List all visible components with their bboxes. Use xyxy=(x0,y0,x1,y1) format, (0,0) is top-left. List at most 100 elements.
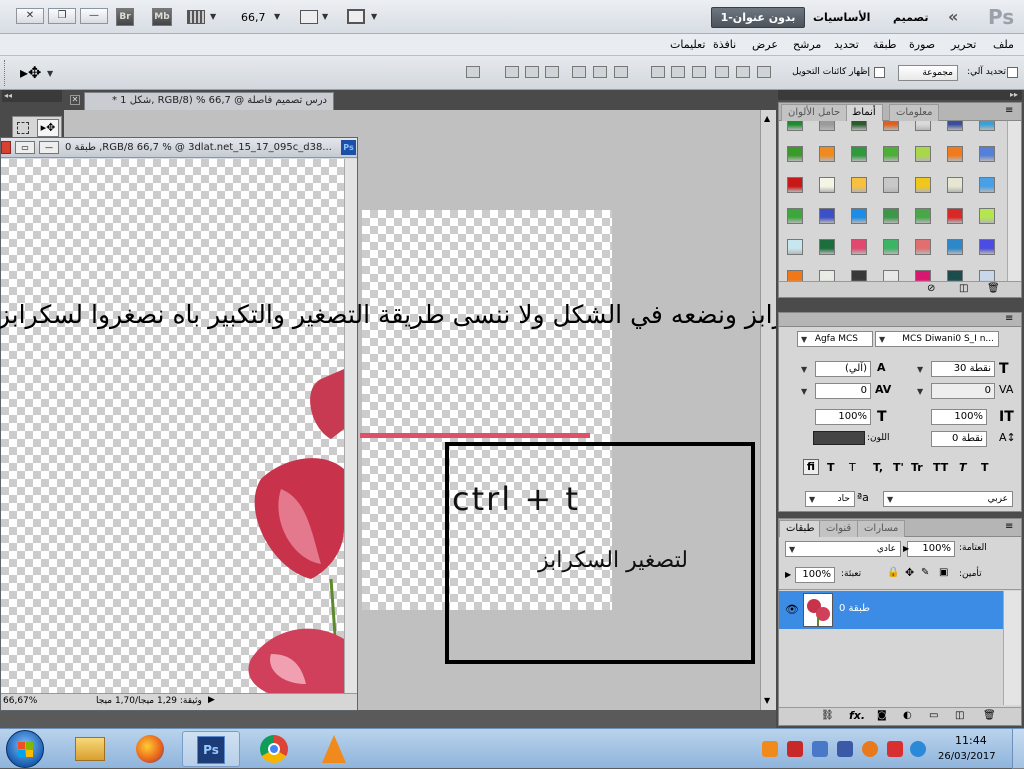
close-tab-icon[interactable]: ✕ xyxy=(70,95,80,105)
style-swatch[interactable] xyxy=(979,146,995,162)
style-swatch[interactable] xyxy=(851,177,867,193)
chevron-right-icon[interactable]: ▶ xyxy=(903,544,909,553)
font-size-field[interactable]: 30 نقطة xyxy=(931,361,995,377)
style-swatch[interactable] xyxy=(819,239,835,255)
move-tool-button[interactable]: ▸✥ xyxy=(37,119,59,137)
tab-styles[interactable]: أنماط xyxy=(845,104,883,121)
chevron-down-icon[interactable]: ▼ xyxy=(47,69,53,78)
vertical-scrollbar[interactable] xyxy=(760,110,776,710)
faux-bold-button-2[interactable]: T xyxy=(981,461,989,474)
fill-field[interactable]: 100% xyxy=(795,567,835,583)
menu-layer[interactable]: طبقة xyxy=(873,38,897,51)
taskbar-photoshop[interactable]: Ps xyxy=(182,731,240,767)
underline-button[interactable]: T xyxy=(849,461,856,474)
taskbar-explorer[interactable] xyxy=(62,731,120,767)
ligature-button[interactable]: fi xyxy=(803,459,819,475)
chevron-down-icon[interactable]: ▼ xyxy=(789,545,795,554)
style-swatch[interactable] xyxy=(787,146,803,162)
tab-info[interactable]: معلومات xyxy=(889,104,940,121)
add-mask-icon[interactable]: ◙ xyxy=(877,710,887,721)
update-tray-icon[interactable] xyxy=(862,741,878,757)
minibridge-icon[interactable]: Mb xyxy=(152,8,172,26)
chevron-down-icon[interactable]: ▼ xyxy=(917,387,923,396)
style-swatch[interactable] xyxy=(819,146,835,162)
distribute-vcenter-icon[interactable] xyxy=(572,66,586,78)
network-tray-icon[interactable] xyxy=(787,741,803,757)
style-swatch[interactable] xyxy=(947,177,963,193)
shield-icon[interactable] xyxy=(812,741,828,757)
bridge-icon[interactable]: Br xyxy=(116,8,134,26)
style-swatch[interactable] xyxy=(819,208,835,224)
document-tab[interactable]: درس تصميم فاصلة @ 66,7 % (RGB/8 ,شكل 1 * xyxy=(84,92,334,110)
chevron-down-icon[interactable]: ▼ xyxy=(322,12,328,21)
style-swatch[interactable] xyxy=(979,121,995,131)
style-swatch[interactable] xyxy=(787,270,803,281)
layers-scrollbar[interactable] xyxy=(1003,591,1021,705)
menu-view[interactable]: عرض xyxy=(752,38,778,51)
style-swatch[interactable] xyxy=(883,177,899,193)
style-swatch[interactable] xyxy=(947,270,963,281)
style-swatch[interactable] xyxy=(819,177,835,193)
style-swatch[interactable] xyxy=(851,270,867,281)
tab-swatches[interactable]: حامل الألوان xyxy=(781,104,848,121)
panel-menu-icon[interactable]: ≡ xyxy=(1005,521,1013,532)
align-right-icon[interactable] xyxy=(651,66,665,78)
new-layer-icon[interactable]: ◫ xyxy=(955,710,964,721)
floating-window-titlebar[interactable]: ▭ — طبقة 0 ,RGB/8 66,7 % @ 3dlat.net_15_… xyxy=(1,138,357,158)
style-swatch[interactable] xyxy=(979,270,995,281)
style-swatch[interactable] xyxy=(915,146,931,162)
tracking-field[interactable]: 0 xyxy=(931,383,995,399)
style-swatch[interactable] xyxy=(883,208,899,224)
style-swatch[interactable] xyxy=(851,121,867,131)
style-swatch[interactable] xyxy=(819,121,835,131)
move-tool-icon[interactable]: ▸✥ xyxy=(20,63,41,82)
flash-tray-icon[interactable] xyxy=(887,741,903,757)
taskbar-chrome[interactable] xyxy=(246,731,304,767)
lock-pixels-icon[interactable]: ✎ xyxy=(921,567,929,578)
distribute-top-icon[interactable] xyxy=(593,66,607,78)
menu-help[interactable]: تعليمات xyxy=(670,38,705,51)
style-swatch[interactable] xyxy=(979,208,995,224)
distribute-bottom-icon[interactable] xyxy=(545,66,559,78)
link-layers-icon[interactable]: ⛓ xyxy=(821,710,834,721)
style-swatch[interactable] xyxy=(915,121,931,131)
trash-icon[interactable]: 🗑 xyxy=(987,283,1000,294)
lock-position-icon[interactable]: ✥ xyxy=(905,566,914,579)
font-family-dropdown[interactable]: MCS Diwani0 S_I n... xyxy=(875,331,999,347)
chevron-down-icon[interactable]: ▼ xyxy=(801,335,807,344)
align-bottom-icon[interactable] xyxy=(715,66,729,78)
language-dropdown[interactable]: عربي xyxy=(883,491,1013,507)
style-swatch[interactable] xyxy=(851,239,867,255)
baseline-field[interactable]: 0 نقطة xyxy=(931,431,987,447)
taskbar-vlc[interactable] xyxy=(306,731,364,767)
taskbar-firefox[interactable] xyxy=(122,731,180,767)
arrange-documents-icon[interactable] xyxy=(300,10,318,24)
subscript-button[interactable]: T, xyxy=(873,461,883,474)
style-swatch[interactable] xyxy=(979,177,995,193)
chevron-down-icon[interactable]: ▼ xyxy=(210,12,216,21)
distribute-right-icon[interactable] xyxy=(466,66,480,78)
view-extras-icon[interactable] xyxy=(187,10,205,24)
collapse-icon[interactable]: ◂◂ xyxy=(2,90,62,102)
distribute-left-icon[interactable] xyxy=(525,66,539,78)
fx-icon[interactable]: fx. xyxy=(849,709,865,722)
style-swatch[interactable] xyxy=(851,208,867,224)
style-swatch[interactable] xyxy=(915,177,931,193)
clock-time[interactable]: 11:44 xyxy=(955,734,987,747)
text-color-swatch[interactable] xyxy=(813,431,865,445)
small-caps-button[interactable]: Tr xyxy=(911,461,923,474)
panel-menu-icon[interactable]: ≡ xyxy=(1005,313,1013,324)
style-swatch[interactable] xyxy=(819,270,835,281)
style-swatch[interactable] xyxy=(915,239,931,255)
menu-edit[interactable]: تحرير xyxy=(951,38,976,51)
align-vcenter-icon[interactable] xyxy=(736,66,750,78)
align-top-icon[interactable] xyxy=(757,66,771,78)
faux-bold-button[interactable]: T xyxy=(827,461,835,474)
tab-paths[interactable]: مسارات xyxy=(857,520,906,537)
style-swatch[interactable] xyxy=(883,239,899,255)
close-button[interactable]: ✕ xyxy=(16,8,44,24)
show-transform-checkbox[interactable] xyxy=(874,67,885,78)
menu-file[interactable]: ملف xyxy=(993,38,1014,51)
styles-scrollbar[interactable] xyxy=(1007,121,1021,281)
chevron-down-icon[interactable]: ▼ xyxy=(274,12,280,21)
